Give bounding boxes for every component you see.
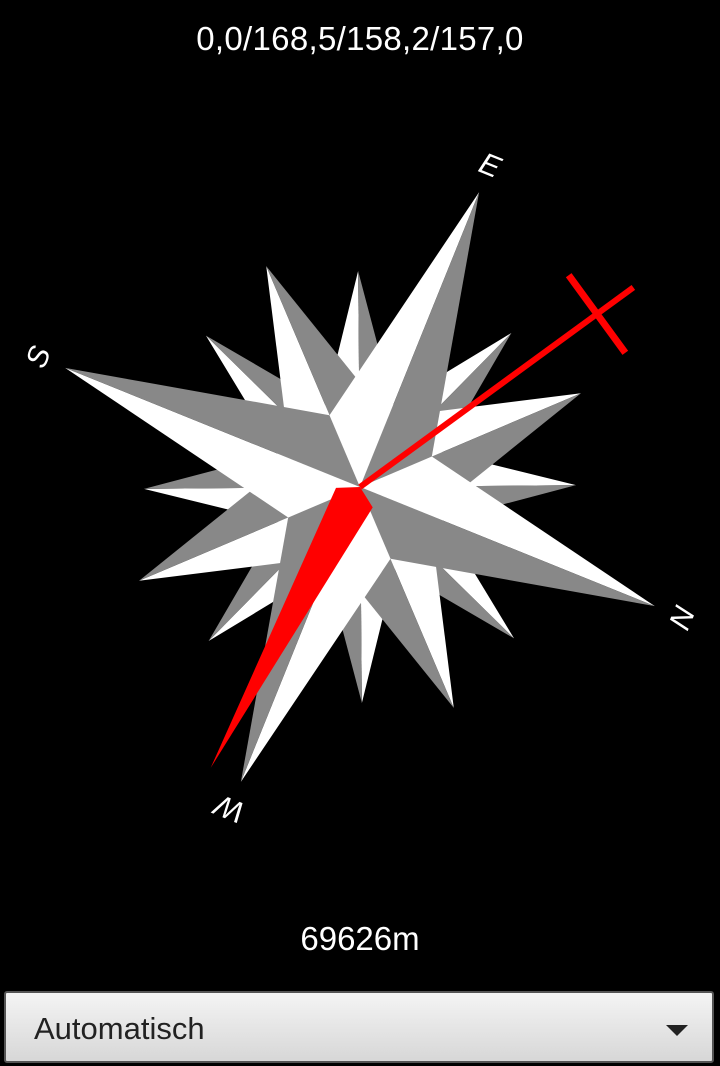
compass-rose-graphic: N E S W [20, 150, 701, 829]
label-north: N [662, 601, 701, 634]
label-west: W [208, 787, 249, 829]
label-east: E [474, 150, 506, 185]
target-line-tip [595, 285, 636, 317]
dropdown-arrow-icon [666, 1025, 688, 1036]
label-south: S [20, 342, 58, 373]
mode-dropdown-value: Automatisch [34, 1011, 205, 1046]
mode-dropdown[interactable]: Automatisch [4, 991, 714, 1063]
compass-rose: N E S W [0, 150, 720, 830]
compass-screen: 0,0/168,5/158,2/157,0 N E S W 69626m Aut… [0, 0, 720, 1066]
orientation-readout: 0,0/168,5/158,2/157,0 [196, 20, 524, 57]
distance-readout: 69626m [300, 920, 420, 957]
target-cross-icon [565, 273, 629, 355]
